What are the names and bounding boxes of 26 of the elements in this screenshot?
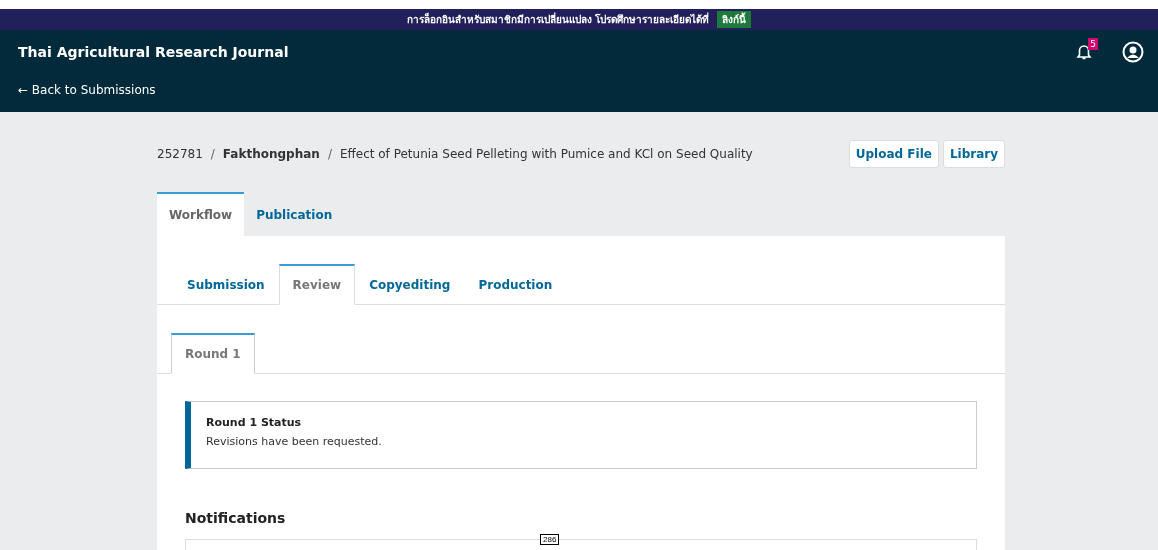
journal-title[interactable]: Thai Agricultural Research Journal (18, 44, 289, 60)
action-button[interactable]: Library (942, 140, 1005, 168)
back-link[interactable]: ← Back to Submissions (18, 83, 156, 97)
stage-tab[interactable]: Copyediting (355, 264, 465, 305)
bell-icon (1074, 42, 1094, 62)
breadcrumb-separator: / (210, 147, 215, 161)
tab[interactable]: Publication (244, 192, 345, 236)
tab[interactable]: Workflow (157, 192, 245, 236)
announcement-link[interactable]: ลิงก์นี้ (717, 11, 752, 28)
notifications-heading: Notifications (185, 510, 287, 526)
status-title: Round 1 Status (206, 416, 303, 429)
user-icon[interactable] (1122, 41, 1144, 63)
action-button[interactable]: Upload File (848, 140, 939, 168)
submission-title: Effect of Petunia Seed Pelleting with Pumice and KCl on Seed Quality (339, 147, 753, 161)
stage-tab[interactable]: Review (278, 264, 356, 305)
breadcrumb-separator: / (327, 147, 332, 161)
stage-tab[interactable]: Submission (173, 264, 279, 305)
round-tab[interactable]: Round 1 (171, 333, 255, 374)
status-message: Revisions have been requested. (206, 435, 383, 448)
stage-tab[interactable]: Production (464, 264, 567, 305)
author-name: Fakthongphan (222, 147, 320, 161)
notification-count: 5 (1088, 38, 1098, 50)
page-number: 286 (540, 534, 560, 545)
notifications-button[interactable]: 5 (1074, 40, 1098, 64)
announcement-text: การล็อกอินสำหรับสมาชิกมีการเปลี่ยนแปลง โปรดศึกษารายละเอียดได้ที่ (406, 12, 710, 27)
submission-id: 252781 (157, 147, 203, 161)
